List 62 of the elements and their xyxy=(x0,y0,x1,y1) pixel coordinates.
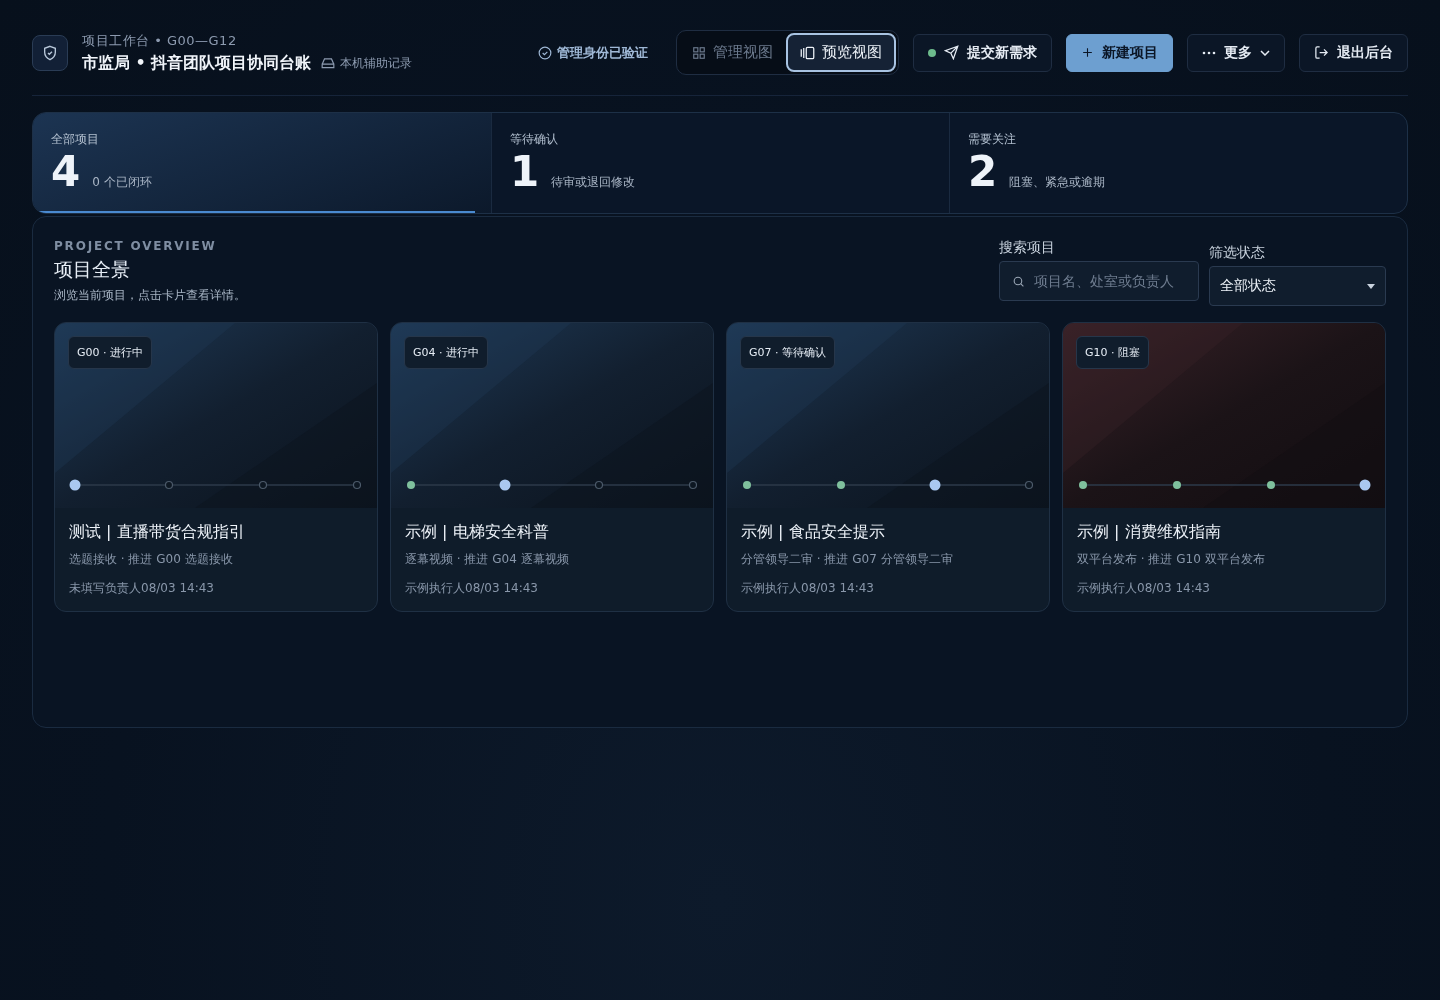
project-card[interactable]: G07 · 等待确认 示例 | 食品安全提示 分管领导二审 · 推进 G07 分管领导二审 示例执行人08/03 14:43 xyxy=(726,322,1050,612)
check-circle-icon xyxy=(538,45,552,60)
stat-note: 阻塞、紧急或逾期 xyxy=(1009,174,1106,191)
page-title: 市监局 • 抖音团队项目协同台账 xyxy=(82,52,312,74)
primary-button[interactable]: 新建项目 xyxy=(1066,33,1173,72)
ellipsis-icon xyxy=(1202,50,1216,55)
stat-tile[interactable]: 需要关注 2 阻塞、紧急或逾期 xyxy=(949,113,1407,213)
stage-badge: G10 · 阻塞 xyxy=(1076,336,1149,369)
stat-label: 等待确认 xyxy=(510,131,559,148)
send-icon xyxy=(944,45,959,60)
chevron-down-icon xyxy=(1260,49,1270,56)
storage-label: 本机辅助记录 xyxy=(340,54,413,72)
submit-button[interactable]: 提交新需求 xyxy=(913,33,1052,72)
stat-tile[interactable]: 全部项目 4 0 个已闭环 xyxy=(33,113,491,213)
project-meta: 示例执行人08/03 14:43 xyxy=(1077,580,1211,597)
status-dropdown[interactable]: 全部状态 xyxy=(1209,266,1386,306)
stat-note: 待审或退回修改 xyxy=(551,174,636,191)
stat-label: 全部项目 xyxy=(51,131,100,148)
stage-badge: G07 · 等待确认 xyxy=(740,336,835,369)
search-field[interactable]: 项目名、处室或负责人 xyxy=(1032,272,1186,290)
section-title: 项目全景 xyxy=(54,257,131,282)
view-tab[interactable]: 预览视图 xyxy=(786,33,896,72)
workspace-label: 项目工作台 • G00—G12 xyxy=(82,31,238,50)
logout-button[interactable]: 退出后台 xyxy=(1299,33,1408,72)
search-box[interactable]: 项目名、处室或负责人 xyxy=(999,261,1199,301)
caret-icon xyxy=(1367,283,1375,289)
project-stage: 逐幕视频 · 推进 G04 逐幕视频 xyxy=(405,551,570,568)
plus-icon xyxy=(1081,46,1094,59)
project-card[interactable]: G04 · 进行中 示例 | 电梯安全科普 逐幕视频 · 推进 G04 逐幕视频 示例执行人08/03 14:43 xyxy=(390,322,714,612)
stat-value: 2 xyxy=(968,150,998,195)
more-button[interactable]: 更多 xyxy=(1187,33,1285,72)
view-tab[interactable]: 管理视图 xyxy=(679,33,786,72)
project-meta: 示例执行人08/03 14:43 xyxy=(741,580,875,597)
project-title: 示例 | 消费维权指南 xyxy=(1077,522,1222,543)
project-title: 测试 | 直播带货合规指引 xyxy=(69,522,246,543)
project-card[interactable]: G10 · 阻塞 示例 | 消费维权指南 双平台发布 · 推进 G10 双平台发布 示例执行人08/03 14:43 xyxy=(1062,322,1386,612)
stat-tile[interactable]: 等待确认 1 待审或退回修改 xyxy=(491,113,949,213)
verified-label: 管理身份已验证 xyxy=(557,43,648,62)
stat-label: 需要关注 xyxy=(968,131,1017,148)
project-stage: 双平台发布 · 推进 G10 双平台发布 xyxy=(1077,551,1266,568)
stat-note: 0 个已闭环 xyxy=(92,174,152,191)
drive-icon xyxy=(321,57,336,69)
cards-icon xyxy=(800,45,815,60)
filter-label: 筛选状态 xyxy=(1209,244,1266,262)
section-subtitle: 浏览当前项目，点击卡片查看详情。 xyxy=(54,287,246,304)
project-card[interactable]: G00 · 进行中 测试 | 直播带货合规指引 选题接收 · 推进 G00 选题接收 未填写负责人08/03 14:43 xyxy=(54,322,378,612)
stat-value: 4 xyxy=(51,150,81,195)
grid-icon xyxy=(692,45,706,60)
project-meta: 未填写负责人08/03 14:43 xyxy=(69,580,215,597)
project-title: 示例 | 电梯安全科普 xyxy=(405,522,550,543)
status-dot xyxy=(928,48,936,57)
stage-badge: G04 · 进行中 xyxy=(404,336,488,369)
logout-icon xyxy=(1314,45,1329,60)
project-meta: 示例执行人08/03 14:43 xyxy=(405,580,539,597)
stat-value: 1 xyxy=(510,150,540,195)
shield-icon xyxy=(32,34,68,71)
project-title: 示例 | 食品安全提示 xyxy=(741,522,886,543)
search-label: 搜索项目 xyxy=(999,239,1056,257)
project-stage: 选题接收 · 推进 G00 选题接收 xyxy=(69,551,234,568)
stage-badge: G00 · 进行中 xyxy=(68,336,152,369)
project-stage: 分管领导二审 · 推进 G07 分管领导二审 xyxy=(741,551,954,568)
section-eyebrow: PROJECT OVERVIEW xyxy=(54,239,218,253)
